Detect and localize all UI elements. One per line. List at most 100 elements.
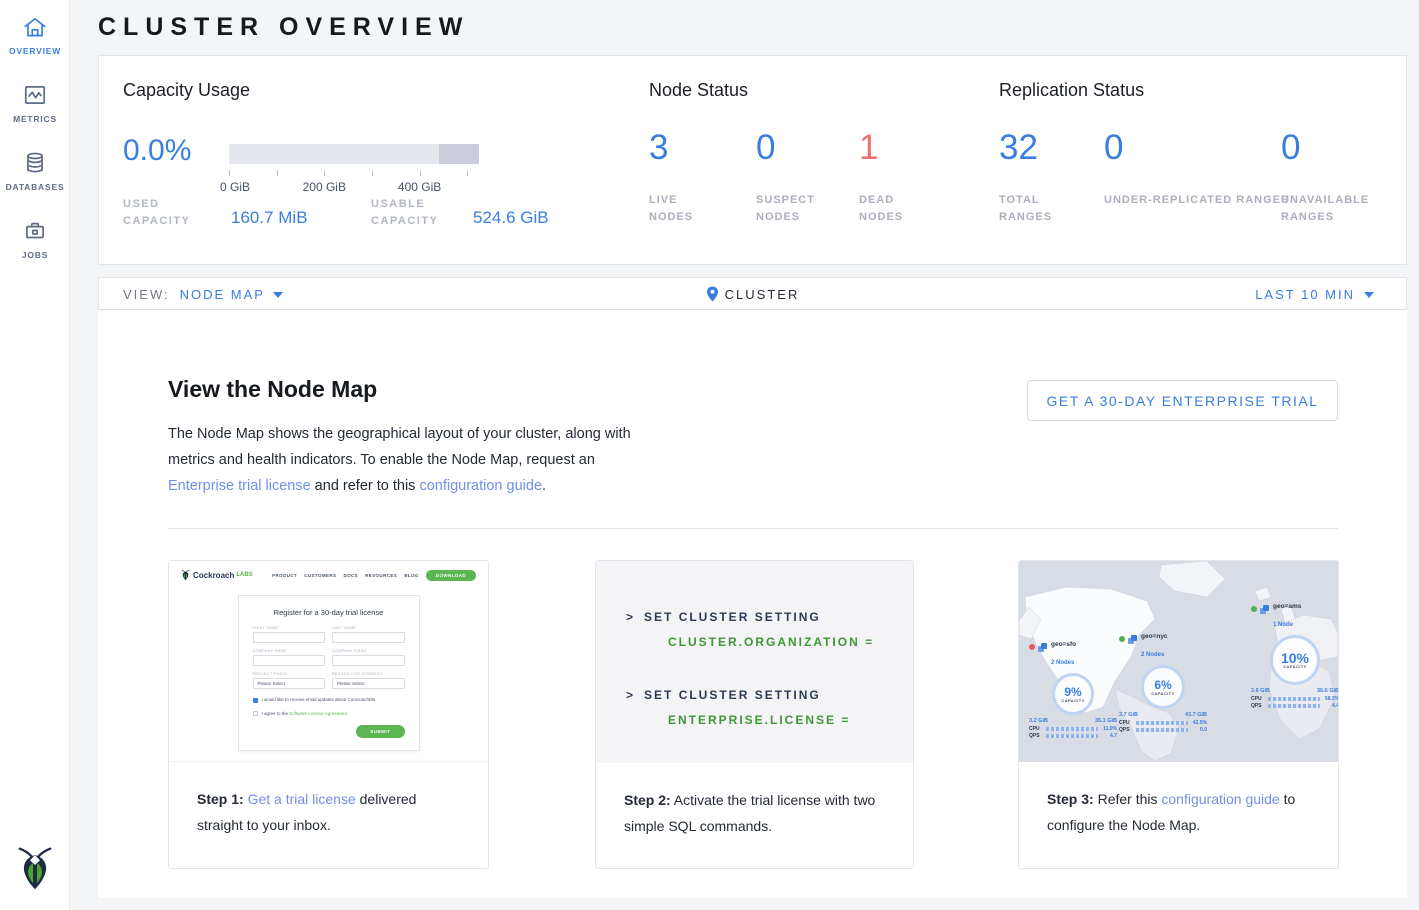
mini-field-label: LAST NAME bbox=[332, 626, 405, 630]
sql-prompt: > bbox=[626, 688, 635, 702]
step-label: Step 2: bbox=[624, 792, 671, 808]
sidebar-item-label: DATABASES bbox=[0, 182, 70, 192]
caption-text: Refer this bbox=[1094, 791, 1162, 807]
sql-setting: CLUSTER.ORGANIZATION = bbox=[626, 630, 913, 655]
capacity-percent: 9% bbox=[1064, 686, 1081, 698]
node-map-content: View the Node Map The Node Map shows the… bbox=[98, 310, 1407, 898]
replication-status-section: Replication Status 32 TOTAL RANGES 0 UND… bbox=[999, 56, 1399, 264]
node-status-title: Node Status bbox=[649, 80, 748, 101]
replication-status-title: Replication Status bbox=[999, 80, 1144, 101]
capacity-percent: 6% bbox=[1154, 679, 1171, 691]
cpu-bar bbox=[1136, 721, 1188, 725]
sidebar-item-jobs[interactable]: JOBS bbox=[0, 204, 70, 272]
capacity-usage-section: Capacity Usage 0.0% 0 GiB 200 GiB 400 Gi… bbox=[123, 56, 623, 264]
mini-nav-item: DOCS bbox=[343, 573, 358, 578]
mini-input bbox=[332, 655, 405, 666]
map-locality-sfo: geo=sfo2 Nodes 9% CAPACITY 3.2 GiB35.1 G… bbox=[1029, 633, 1117, 739]
sidebar-item-metrics[interactable]: METRICS bbox=[0, 68, 70, 136]
sidebar-item-databases[interactable]: DATABASES bbox=[0, 136, 70, 204]
jobs-icon bbox=[0, 218, 70, 244]
sql-command: SET CLUSTER SETTING bbox=[644, 688, 821, 702]
mini-input bbox=[253, 632, 326, 643]
node-map-heading: View the Node Map bbox=[168, 376, 377, 403]
map-locality-nyc: geo=nyc 2 Nodes 6% CAPACITY 3.7 GiB 43.7 G… bbox=[1119, 625, 1207, 733]
node-map-thumbnail: geo=sfo2 Nodes 9% CAPACITY 3.2 GiB35.1 G… bbox=[1019, 561, 1338, 762]
view-bar: VIEW: NODE MAP CLUSTER LAST 10 MIN bbox=[98, 277, 1407, 310]
section-divider bbox=[168, 528, 1338, 529]
gauge-tick-label: 0 GiB bbox=[220, 180, 250, 194]
mini-nav-item: BLOG bbox=[404, 573, 419, 578]
get-trial-license-link[interactable]: Get a trial license bbox=[248, 791, 356, 807]
used-capacity-label: USED CAPACITY bbox=[123, 196, 213, 230]
node-status-section: Node Status 3 LIVE NODES 0 SUSPECT NODES… bbox=[649, 56, 979, 264]
page-title: CLUSTER OVERVIEW bbox=[98, 13, 469, 42]
description-text: and refer to this bbox=[311, 478, 420, 494]
capacity-label: CAPACITY bbox=[1283, 664, 1306, 669]
nodes-icon bbox=[1038, 643, 1048, 653]
step-1-caption: Step 1: Get a trial license delivered st… bbox=[169, 762, 488, 838]
enterprise-trial-button[interactable]: GET A 30-DAY ENTERPRISE TRIAL bbox=[1027, 380, 1338, 421]
enterprise-trial-license-link[interactable]: Enterprise trial license bbox=[168, 478, 311, 494]
description-text: The Node Map shows the geographical layo… bbox=[168, 426, 631, 468]
mini-checkbox-label: I agree to the Software License Agreemen… bbox=[262, 711, 349, 716]
usable-capacity-label: USABLE CAPACITY bbox=[371, 196, 461, 230]
capacity-gauge: 0 GiB 200 GiB 400 GiB bbox=[229, 144, 479, 164]
capacity-total: 35.1 GiB bbox=[1095, 718, 1117, 724]
mini-field-label: COMPANY EMAIL bbox=[332, 649, 405, 653]
time-range-dropdown[interactable]: LAST 10 MIN bbox=[1255, 287, 1374, 302]
cpu-label: CPU bbox=[1251, 696, 1265, 702]
sidebar: OVERVIEW METRICS DATABASES JOBS bbox=[0, 0, 70, 910]
capacity-percent: 0.0% bbox=[123, 134, 191, 168]
step-label: Step 1: bbox=[197, 791, 244, 807]
usable-capacity-value: 524.6 GiB bbox=[473, 208, 549, 228]
qps-label: QPS bbox=[1029, 733, 1043, 739]
configuration-guide-link[interactable]: configuration guide bbox=[419, 478, 542, 494]
under-replicated-ranges-value: 0 bbox=[1104, 128, 1123, 168]
qps-value: 4.4 bbox=[1323, 703, 1338, 709]
configuration-guide-link[interactable]: configuration guide bbox=[1161, 791, 1279, 807]
cluster-summary-panel: Capacity Usage 0.0% 0 GiB 200 GiB 400 Gi… bbox=[98, 55, 1407, 265]
mini-form-title: Register for a 30-day trial license bbox=[253, 608, 405, 617]
step-3-caption: Step 3: Refer this configuration guide t… bbox=[1019, 762, 1338, 838]
map-pin-icon bbox=[706, 286, 719, 302]
cpu-bar bbox=[1046, 727, 1098, 731]
dead-nodes-value: 1 bbox=[859, 128, 878, 168]
mini-select: Please Select bbox=[332, 678, 405, 689]
node-map-description: The Node Map shows the geographical layo… bbox=[168, 421, 638, 499]
brand-name: Cockroach bbox=[193, 571, 234, 580]
map-locality-ams: geo=ams1 Node 10% CAPACITY 3.6 GiB36.6 G… bbox=[1251, 595, 1338, 709]
chevron-down-icon bbox=[1364, 292, 1374, 298]
sidebar-item-label: METRICS bbox=[0, 114, 70, 124]
sidebar-item-overview[interactable]: OVERVIEW bbox=[0, 0, 70, 68]
mini-field-label: FIRST NAME bbox=[253, 626, 326, 630]
trial-registration-thumbnail: Cockroach LABS PRODUCT CUSTOMERS DOCS RE… bbox=[169, 561, 488, 762]
under-replicated-ranges-label: UNDER-REPLICATED RANGES bbox=[1104, 192, 1289, 209]
nodes-icon bbox=[1128, 635, 1138, 645]
capacity-label: CAPACITY bbox=[1151, 691, 1174, 696]
cpu-label: CPU bbox=[1119, 720, 1133, 726]
cpu-value: 11.0% bbox=[1101, 726, 1117, 732]
mini-nav-item: PRODUCT bbox=[272, 573, 297, 578]
locality-name: geo=sfo bbox=[1051, 641, 1076, 648]
mini-field-label: REASON FOR INTEREST bbox=[332, 672, 405, 676]
suspect-nodes-value: 0 bbox=[756, 128, 775, 168]
sidebar-item-label: JOBS bbox=[0, 250, 70, 260]
databases-icon bbox=[0, 150, 70, 176]
sql-setting: ENTERPRISE.LICENSE = bbox=[626, 708, 913, 733]
capacity-gauge-nonusable-segment bbox=[439, 144, 479, 164]
capacity-total: 43.7 GiB bbox=[1185, 712, 1207, 718]
step-3-card: geo=sfo2 Nodes 9% CAPACITY 3.2 GiB35.1 G… bbox=[1018, 560, 1339, 869]
mini-nav-item: RESOURCES bbox=[365, 573, 397, 578]
sidebar-item-label: OVERVIEW bbox=[0, 46, 70, 56]
locality-node-count: 2 Nodes bbox=[1051, 660, 1074, 666]
breadcrumb-label: CLUSTER bbox=[725, 287, 800, 302]
capacity-used: 3.7 GiB bbox=[1119, 712, 1138, 718]
unavailable-ranges-value: 0 bbox=[1281, 128, 1300, 168]
qps-bar bbox=[1046, 734, 1098, 738]
mini-checkbox-checked bbox=[253, 698, 258, 703]
locality-node-count: 2 Nodes bbox=[1141, 652, 1164, 658]
live-status-icon bbox=[1119, 636, 1125, 642]
used-capacity-value: 160.7 MiB bbox=[231, 208, 308, 228]
locality-name: geo=nyc bbox=[1141, 633, 1168, 640]
nodes-icon bbox=[1260, 605, 1270, 615]
